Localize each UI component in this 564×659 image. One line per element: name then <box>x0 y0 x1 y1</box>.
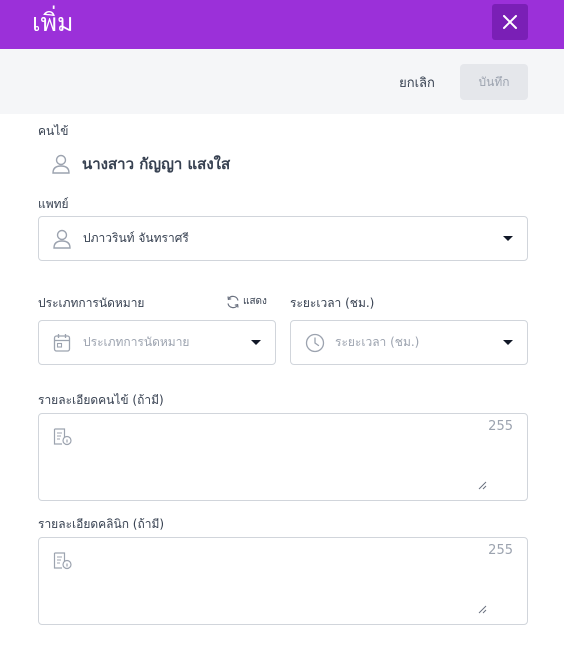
cancel-button[interactable]: ยกเลิก <box>384 64 450 100</box>
chevron-down-icon <box>503 340 513 345</box>
save-button[interactable]: บันทึก <box>460 64 528 100</box>
patient-details-textarea[interactable]: 255 <box>38 413 528 501</box>
duration-placeholder: ระยะเวลา (ชม.) <box>335 335 420 349</box>
dialog-header: เพิ่ม <box>0 0 564 49</box>
clinic-details-textarea[interactable]: 255 <box>38 537 528 625</box>
doctor-value: ปภาวรินท์ จันทราศรี <box>83 231 189 245</box>
appointment-type-placeholder: ประเภทการนัดหมาย <box>83 335 190 349</box>
patient-name: นางสาว กัญญา แสงใส <box>82 155 231 173</box>
show-toggle-label: แสดง <box>243 296 267 307</box>
dialog-title: เพิ่ม <box>32 8 74 37</box>
clinic-details-counter: 255 <box>488 543 513 558</box>
duration-label: ระยะเวลา (ชม.) <box>290 296 375 310</box>
resize-handle-icon[interactable] <box>477 604 487 614</box>
patient-row: นางสาว กัญญา แสงใส <box>52 152 230 176</box>
appointment-type-label: ประเภทการนัดหมาย <box>38 296 145 310</box>
resize-handle-icon[interactable] <box>477 480 487 490</box>
duration-select[interactable]: ระยะเวลา (ชม.) <box>290 320 528 365</box>
show-toggle[interactable]: แสดง <box>226 294 267 309</box>
patient-details-counter: 255 <box>488 419 513 434</box>
doctor-select[interactable]: ปภาวรินท์ จันทราศรี <box>38 216 528 261</box>
action-bar: ยกเลิก บันทึก <box>0 49 564 114</box>
clock-icon <box>305 333 325 353</box>
patient-label: คนไข้ <box>38 124 69 138</box>
doctor-label: แพทย์ <box>38 197 69 211</box>
user-icon <box>52 154 70 174</box>
patient-details-label: รายละเอียดคนไข้ (ถ้ามี) <box>38 393 164 407</box>
close-button[interactable] <box>492 4 528 40</box>
clinic-details-label: รายละเอียดคลินิก (ถ้ามี) <box>38 517 165 531</box>
note-icon <box>53 552 72 570</box>
refresh-icon <box>227 295 239 308</box>
user-icon <box>53 229 71 249</box>
calendar-icon <box>53 334 71 352</box>
chevron-down-icon <box>251 340 261 345</box>
appointment-type-select[interactable]: ประเภทการนัดหมาย <box>38 320 276 365</box>
note-icon <box>53 428 72 446</box>
close-icon <box>503 15 517 29</box>
chevron-down-icon <box>503 236 513 241</box>
